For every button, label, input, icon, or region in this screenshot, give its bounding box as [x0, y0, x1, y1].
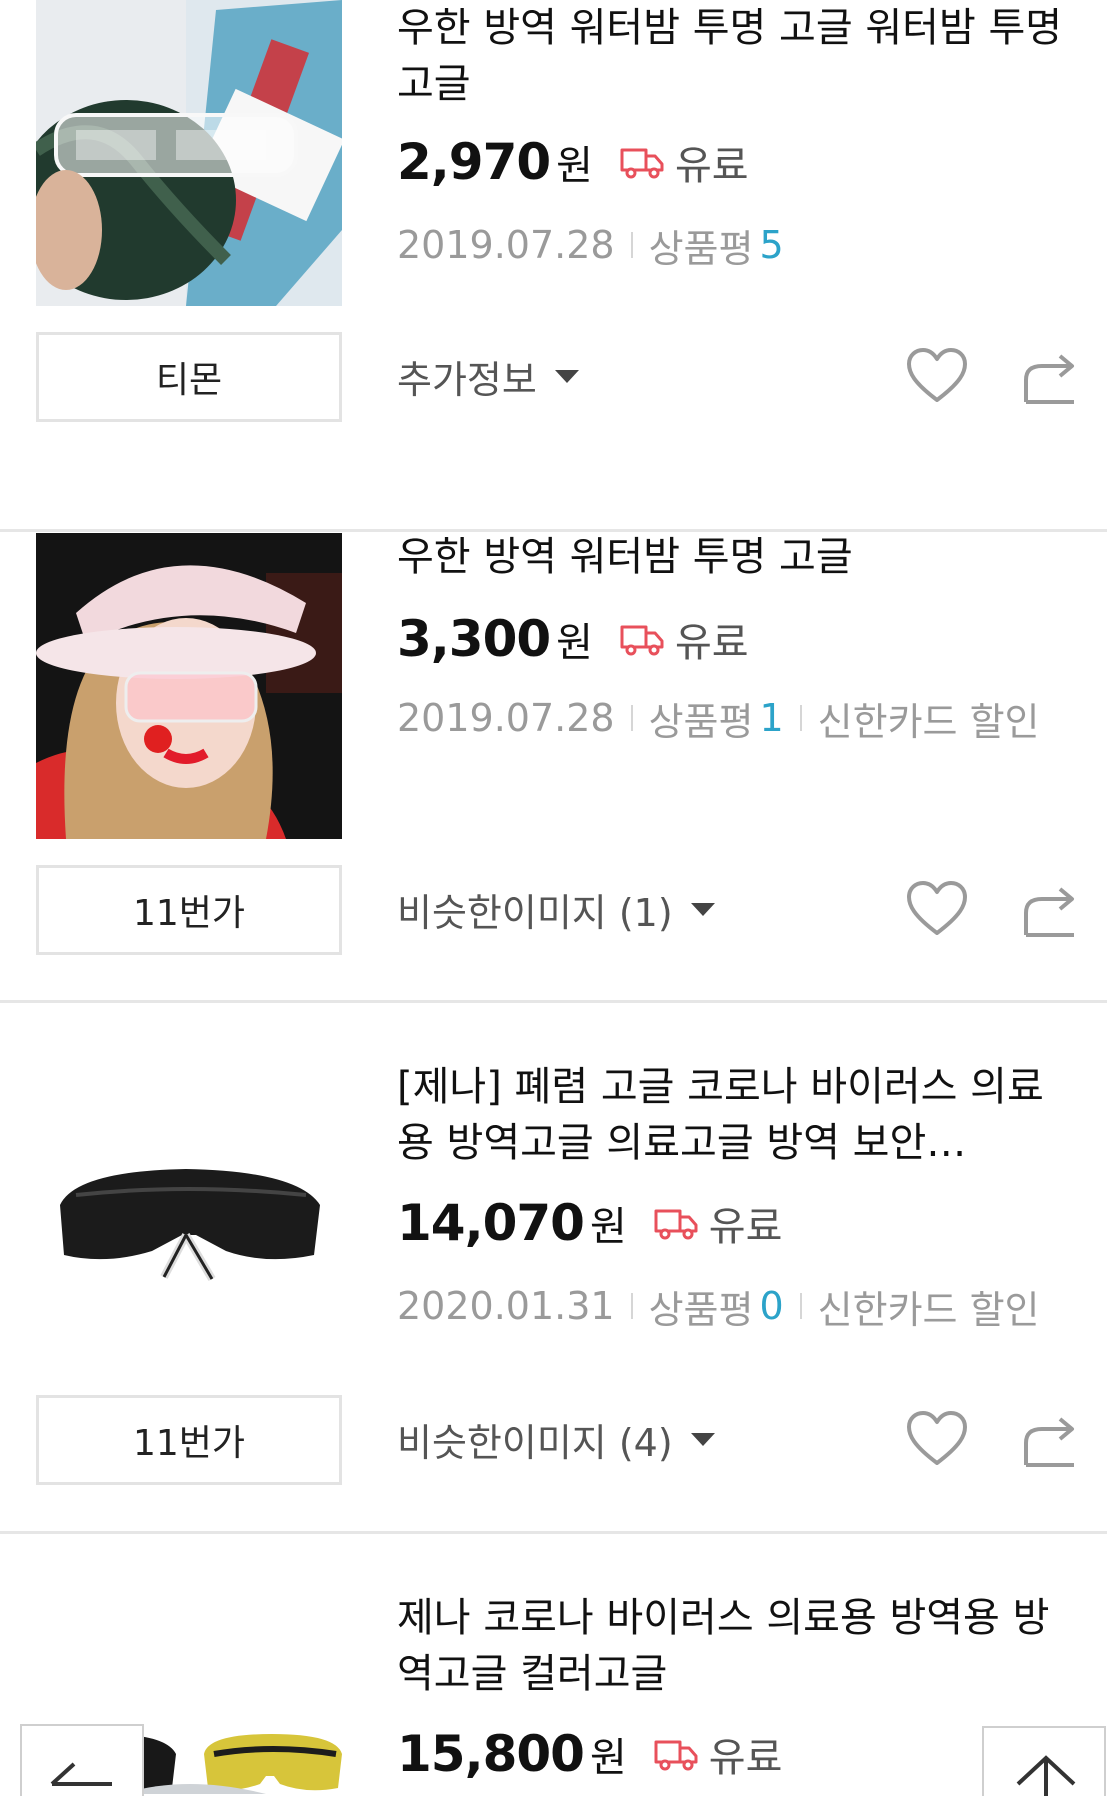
caret-down-icon: [690, 1432, 715, 1446]
product-date: 2020.01.31: [397, 1284, 615, 1328]
share-icon[interactable]: [1018, 1407, 1080, 1469]
currency-label: 원: [589, 1204, 627, 1250]
delivery-truck-icon: [654, 1209, 698, 1240]
meta-row-3: 2020.01.31 상품평 0 신한카드 할인: [397, 1279, 1040, 1334]
product-card-2[interactable]: 우한 방역 워터밤 투명 고글 3,300 원 유료 2019.07.28 상품…: [0, 473, 1107, 1003]
heart-icon[interactable]: [905, 346, 969, 406]
divider: [630, 232, 633, 258]
card-discount-label: 신한카드 할인: [817, 1287, 1040, 1332]
product-image-3[interactable]: [36, 1065, 342, 1371]
shipping-label: 유료: [708, 1204, 783, 1250]
heart-icon[interactable]: [905, 879, 969, 939]
review-count[interactable]: 1: [759, 696, 783, 740]
shipping-label: 유료: [674, 620, 749, 666]
product-image-1[interactable]: [36, 0, 342, 306]
more-info-label: 추가정보: [397, 357, 537, 402]
product-card-1[interactable]: 우한 방역 워터밤 투명 고글 워터밤 투명 고글 2,970 원 유료 201…: [0, 0, 1107, 532]
store-label: 11번가: [132, 893, 246, 934]
divider: [630, 1293, 633, 1319]
share-icon[interactable]: [1018, 877, 1080, 939]
similar-images-label: 비슷한이미지 (4): [397, 1420, 673, 1465]
review-count[interactable]: 5: [759, 223, 783, 267]
review-link[interactable]: 상품평: [649, 691, 754, 746]
similar-images-toggle-2[interactable]: 비슷한이미지 (1): [397, 879, 715, 939]
divider: [799, 705, 802, 731]
product-image-2[interactable]: [36, 533, 342, 839]
shipping-label: 유료: [708, 1735, 783, 1781]
review-count[interactable]: 0: [759, 1284, 783, 1328]
arrow-up-icon: [1016, 1755, 1076, 1796]
product-card-3[interactable]: [제나] 폐렴 고글 코로나 바이러스 의료용 방역고글 의료고글 방역 보안……: [0, 1003, 1107, 1534]
store-button-2[interactable]: 11번가: [36, 865, 342, 955]
store-button-1[interactable]: 티몬: [36, 332, 342, 422]
arrow-left-icon: [50, 1762, 112, 1786]
product-title-3[interactable]: [제나] 폐렴 고글 코로나 바이러스 의료용 방역고글 의료고글 방역 보안…: [397, 1059, 1077, 1171]
product-card-4[interactable]: 제나 코로나 바이러스 의료용 방역용 방역고글 컬러고글 15,800 원 유…: [0, 1534, 1107, 1796]
price-row-2: 3,300 원 유료: [397, 609, 749, 669]
price-row-4: 15,800 원 유료: [397, 1724, 782, 1784]
more-info-toggle-1[interactable]: 추가정보: [397, 346, 579, 406]
store-label: 11번가: [132, 1423, 246, 1464]
similar-images-toggle-3[interactable]: 비슷한이미지 (4): [397, 1409, 715, 1469]
review-link[interactable]: 상품평: [649, 1279, 754, 1334]
currency-label: 원: [589, 1735, 627, 1781]
product-title-4[interactable]: 제나 코로나 바이러스 의료용 방역용 방역고글 컬러고글: [397, 1590, 1077, 1702]
product-price-2: 3,300: [397, 610, 551, 668]
product-price-4: 15,800: [397, 1725, 585, 1783]
divider: [799, 1293, 802, 1319]
product-date: 2019.07.28: [397, 223, 615, 267]
currency-label: 원: [556, 143, 593, 189]
delivery-truck-icon: [620, 148, 664, 179]
shipping-label: 유료: [674, 143, 749, 189]
product-price-3: 14,070: [397, 1194, 585, 1252]
review-link[interactable]: 상품평: [649, 218, 754, 273]
product-title-1[interactable]: 우한 방역 워터밤 투명 고글 워터밤 투명 고글: [397, 0, 1077, 112]
scroll-top-button[interactable]: [982, 1726, 1106, 1796]
similar-images-label: 비슷한이미지 (1): [397, 890, 673, 935]
price-row-1: 2,970 원 유료: [397, 132, 749, 192]
share-icon[interactable]: [1018, 344, 1080, 406]
price-row-3: 14,070 원 유료: [397, 1193, 782, 1253]
card-discount-label: 신한카드 할인: [817, 699, 1040, 744]
store-button-3[interactable]: 11번가: [36, 1395, 342, 1485]
delivery-truck-icon: [620, 625, 664, 656]
delivery-truck-icon: [654, 1740, 698, 1771]
divider: [630, 705, 633, 731]
meta-row-1: 2019.07.28 상품평 5: [397, 218, 784, 273]
currency-label: 원: [556, 620, 593, 666]
meta-row-2: 2019.07.28 상품평 1 신한카드 할인: [397, 691, 1040, 746]
product-date: 2019.07.28: [397, 696, 615, 740]
heart-icon[interactable]: [905, 1409, 969, 1469]
back-button[interactable]: [20, 1724, 144, 1796]
store-label: 티몬: [155, 360, 223, 401]
caret-down-icon: [690, 902, 715, 916]
product-title-2[interactable]: 우한 방역 워터밤 투명 고글: [397, 529, 1077, 585]
caret-down-icon: [554, 369, 579, 383]
product-price-1: 2,970: [397, 133, 551, 191]
